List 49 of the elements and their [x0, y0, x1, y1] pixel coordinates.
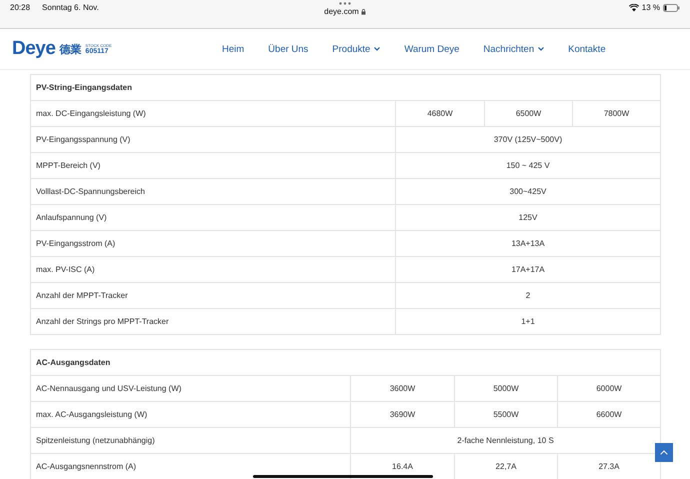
spec-value-cell: 5000W [454, 376, 558, 402]
spec-label-cell: Volllast-DC-Spannungsbereich [30, 178, 396, 204]
spec-value-cell: 17A+17A [396, 256, 661, 282]
lock-icon [360, 8, 366, 14]
spec-label-cell: Anzahl der MPPT-Tracker [30, 282, 396, 308]
more-dots-icon [339, 2, 351, 5]
chevron-up-icon [660, 450, 668, 455]
nav-link[interactable]: Warum Deye [392, 44, 472, 54]
battery-percentage: 13 % [642, 3, 660, 12]
spec-value-cell: 125V [396, 204, 661, 230]
battery-icon [663, 4, 680, 12]
spec-value-cell: 13A+13A [396, 230, 661, 256]
nav-link[interactable]: Nachrichten [471, 44, 556, 54]
section-heading: PV-String-Eingangsdaten [30, 74, 661, 100]
spec-label-cell: MPPT-Bereich (V) [30, 152, 396, 178]
scroll-to-top-button[interactable] [655, 443, 673, 462]
spec-value-cell: 7800W [572, 100, 661, 126]
wifi-icon [628, 4, 639, 12]
spec-value-cell: 1+1 [396, 308, 661, 334]
spec-value-cell: 150 ~ 425 V [396, 152, 661, 178]
spec-label-cell: max. DC-Eingangsleistung (W) [30, 100, 396, 126]
spec-value-cell: 3600W [350, 376, 454, 402]
nav-link[interactable]: Produkte [320, 44, 392, 54]
section-heading: AC-Ausgangsdaten [30, 350, 661, 376]
spec-label-cell: max. PV-ISC (A) [30, 256, 396, 282]
spec-value-cell: 6500W [484, 100, 572, 126]
spec-value-cell: 2 [396, 282, 661, 308]
spec-value-cell: 6600W [558, 402, 661, 428]
nav-link[interactable]: Über Uns [256, 44, 320, 54]
spec-label-cell: AC-Nennausgang und USV-Leistung (W) [30, 376, 350, 402]
spec-value-cell: 300~425V [396, 178, 661, 204]
logo-chinese-text: 德業 [59, 42, 82, 56]
spec-value-cell: 370V (125V~500V) [396, 126, 661, 152]
brand-logo[interactable]: Deye [12, 38, 56, 60]
spec-label-cell: Spitzenleistung (netzunabhängig) [30, 428, 350, 454]
date-text: Sonntag 6. Nov. [42, 3, 99, 12]
spec-value-cell: 4680W [396, 100, 484, 126]
spec-value-cell: 5500W [454, 402, 558, 428]
nav-link[interactable]: Kontakte [556, 44, 618, 54]
spec-label-cell: max. AC-Ausgangsleistung (W) [30, 402, 350, 428]
spec-label-cell: Anzahl der Strings pro MPPT-Tracker [30, 308, 396, 334]
spec-value-cell: 3690W [350, 402, 454, 428]
url-text[interactable]: deye.com [324, 7, 359, 16]
spec-label-cell: PV-Eingangsstrom (A) [30, 230, 396, 256]
spec-value-cell: 6000W [558, 376, 661, 402]
spec-label-cell: Anlaufspannung (V) [30, 204, 396, 230]
clock-time: 20:28 [10, 3, 30, 12]
nav-link[interactable]: Heim [210, 44, 256, 54]
spec-label-cell: PV-Eingangsspannung (V) [30, 126, 396, 152]
